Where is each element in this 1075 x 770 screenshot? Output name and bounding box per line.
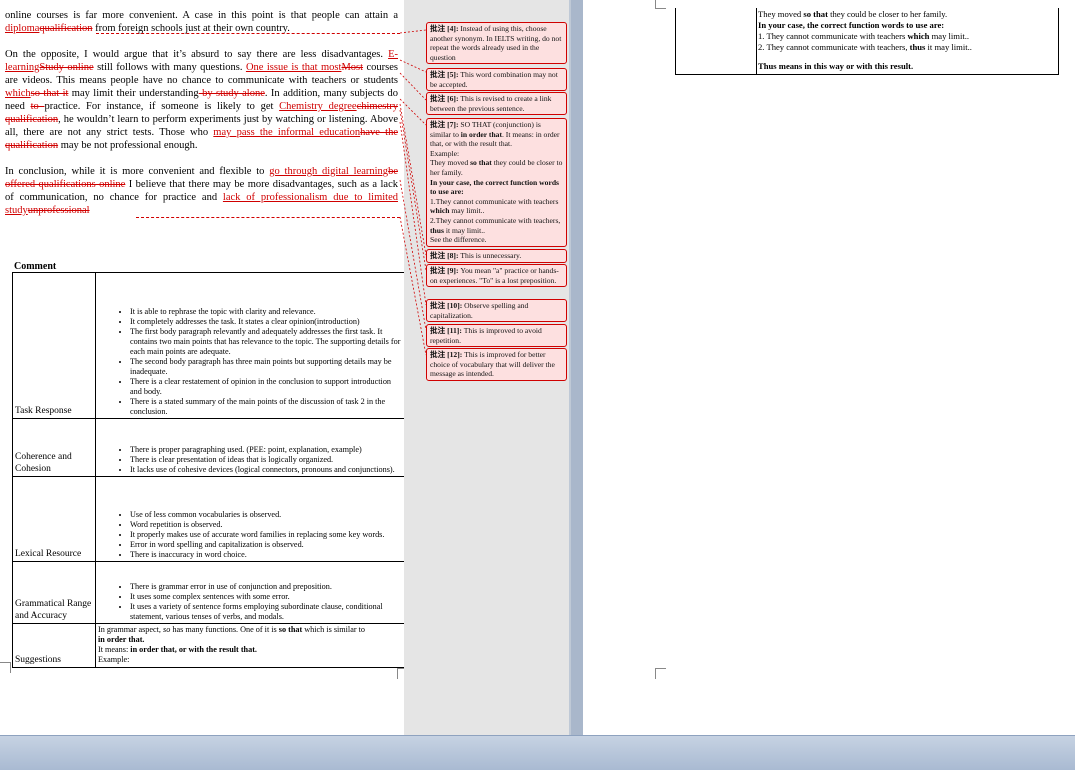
rubric-row: Coherence and Cohesion There is proper pa… [12,418,404,477]
comment-balloon[interactable]: 批注 [11]: This is improved to avoid repet… [426,324,567,348]
body-text: may be not professional enough. [58,140,198,151]
deleted-text: to [30,101,45,112]
inserted-text: One issue is that most [245,62,342,73]
rubric-criterion: Suggestions [12,623,96,668]
inserted-text: diploma [5,23,40,34]
rubric-point: It is able to rephrase the topic with cl… [130,307,403,317]
deleted-text: so that it [30,88,69,99]
rubric-feedback: There is grammar error in use of conjunc… [95,561,404,624]
revision-underline [96,33,400,34]
rubric-criterion: Coherence and Cohesion [12,418,96,477]
body-text: practice. For instance, if someone is li… [44,101,280,112]
comment-balloon[interactable]: 批注 [6]: This is revised to create a link… [426,92,567,116]
rubric-row: Grammatical Range and Accuracy There is g… [12,561,404,624]
rubric-feedback: There is proper paragraphing used. (PEE:… [95,418,404,477]
comment-label: 批注 [5]: [430,70,459,79]
comment-label: 批注 [10]: [430,301,463,310]
function-words-heading: In your case, the correct function words… [758,20,945,30]
rubric-row: Suggestions In grammar aspect, so has ma… [12,623,404,668]
rubric-point: It properly makes use of accurate word f… [130,530,403,540]
rubric-point: The first body paragraph relevantly and … [130,327,403,357]
comment-balloon[interactable]: 批注 [10]: Observe spelling and capitaliza… [426,299,567,323]
deleted-text: Most [341,62,364,73]
deleted-text: qualification [39,23,93,34]
crop-mark [0,662,11,673]
inserted-text: Chemistry degree [279,101,357,112]
body-text: On the opposite, I would argue that it’s… [5,49,389,60]
inserted-text: go through digital learning [269,166,389,177]
comment-label: 批注 [11]: [430,326,462,335]
body-text: still follows with many questions. [93,62,246,73]
comment-label: 批注 [12]: [430,350,463,359]
thus-definition: Thus means in this way or with this resu… [758,61,914,71]
rubric-point: Word repetition is observed. [130,520,403,530]
comment-label: 批注 [4]: [430,24,459,33]
table-divider [756,8,757,74]
paragraph-2: On the opposite, I would argue that it’s… [5,48,398,152]
feedback-rubric-table: Task Response It is able to rephrase the … [12,272,404,668]
comment-table-caption: Comment [14,261,57,272]
rubric-criterion: Task Response [12,272,96,419]
comment-balloon[interactable]: 批注 [9]: You mean "a" practice or hands-o… [426,264,567,288]
function-word-example-2: 2. They cannot communicate with teachers… [758,42,972,52]
comment-label: 批注 [6]: [430,94,459,103]
example-line: They moved so that they could be closer … [758,9,948,19]
rubric-point: It uses a variety of sentence forms empl… [130,602,403,622]
comment-label: 批注 [9]: [430,266,459,275]
document-page-right [583,0,1075,735]
paragraph-1: online courses is far more convenient. A… [5,9,398,35]
deleted-text: by study alone [198,88,265,99]
rubric-point: It uses some complex sentences with some… [130,592,403,602]
document-page-left: online courses is far more convenient. A… [0,0,404,735]
comment-label: 批注 [7]: [430,120,459,129]
rubric-point: The second body paragraph has three main… [130,357,403,377]
deleted-text: unprofessional [27,205,90,216]
suggestions-text: In grammar aspect, so has many functions… [95,623,404,668]
comment-balloon[interactable]: 批注 [12]: This is improved for better cho… [426,348,567,381]
body-text: In conclusion, while it is more convenie… [5,166,270,177]
revision-underline [136,217,400,218]
rubric-point: There is inaccuracy in word choice. [130,550,403,560]
right-page-suggestion-text: They moved so that they could be closer … [758,9,1058,72]
rubric-criterion: Grammatical Range and Accuracy [12,561,96,624]
rubric-feedback: Use of less common vocabularies is obser… [95,476,404,562]
rubric-point: It completely addresses the task. It sta… [130,317,403,327]
inserted-text: may pass the informal education [213,127,361,138]
crop-mark [655,0,666,9]
rubric-point: Use of less common vocabularies is obser… [130,510,403,520]
rubric-point: There is grammar error in use of conjunc… [130,582,403,592]
rubric-point: There is a clear restatement of opinion … [130,377,403,397]
inserted-text: which [5,88,31,99]
function-word-example-1: 1. They cannot communicate with teachers… [758,31,970,41]
rubric-point: There is proper paragraphing used. (PEE:… [130,445,403,455]
rubric-row: Task Response It is able to rephrase the … [12,272,404,419]
body-text: may limit their understanding [68,88,199,99]
comment-balloon[interactable]: 批注 [5]: This word combination may not be… [426,68,567,92]
paragraph-3: In conclusion, while it is more convenie… [5,165,398,217]
rubric-row: Lexical Resource Use of less common vocab… [12,476,404,562]
crop-mark [655,668,666,679]
page-gap [571,0,583,735]
comment-balloon[interactable]: 批注 [8]: This is unnecessary. [426,249,567,263]
comment-balloon[interactable]: 批注 [7]: SO THAT (conjunction) is similar… [426,118,567,247]
comment-balloon[interactable]: 批注 [4]: Instead of using this, choose an… [426,22,567,65]
crop-mark [397,668,404,679]
rubric-point: It lacks use of cohesive devices (logica… [130,465,403,475]
rubric-criterion: Lexical Resource [12,476,96,562]
body-text: online courses is far more convenient. A… [5,10,398,21]
rubric-feedback: It is able to rephrase the topic with cl… [95,272,404,419]
rubric-point: Error in word spelling and capitalizatio… [130,540,403,550]
deleted-text: Study online [39,62,94,73]
rubric-point: There is clear presentation of ideas tha… [130,455,403,465]
rubric-point: There is a stated summary of the main po… [130,397,403,417]
bottom-scrollbar-area[interactable] [0,735,1075,770]
comment-label: 批注 [8]: [430,251,459,260]
